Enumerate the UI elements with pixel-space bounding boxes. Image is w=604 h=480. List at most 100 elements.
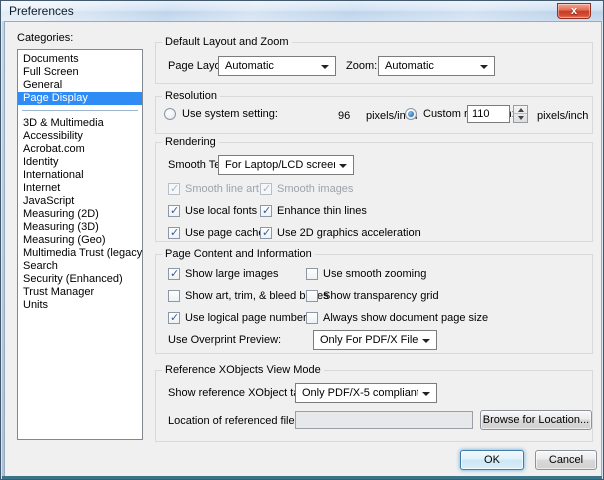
referenced-files-location-label: Location of referenced files: [168, 415, 303, 427]
preferences-dialog: Preferences x Categories: DocumentsFull … [0, 0, 604, 480]
sidebar-item-general[interactable]: General [18, 79, 142, 92]
checkbox-smooth-line-art[interactable]: Smooth line art [168, 183, 259, 195]
checkbox-smooth-images[interactable]: Smooth images [260, 183, 353, 195]
checkbox-label: Smooth images [277, 183, 353, 195]
categories-list[interactable]: DocumentsFull ScreenGeneralPage Display 3… [17, 49, 143, 440]
radio-label: Use system setting: [182, 108, 278, 120]
xobject-targets-value: Only PDF/X-5 compliant ones [302, 387, 418, 399]
list-separator [22, 110, 138, 111]
close-icon: x [571, 5, 577, 17]
sidebar-item-javascript[interactable]: JavaScript [18, 195, 142, 208]
checkbox-use-local-fonts[interactable]: Use local fonts [168, 205, 257, 217]
checkbox-label: Enhance thin lines [277, 205, 367, 217]
group-page-content: Page Content and Information Show large … [155, 254, 593, 354]
checkbox-icon [306, 290, 318, 302]
checkbox-label: Show large images [185, 268, 279, 280]
checkbox-label: Always show document page size [323, 312, 488, 324]
sidebar-item-units[interactable]: Units [18, 299, 142, 312]
sidebar-item-full-screen[interactable]: Full Screen [18, 66, 142, 79]
sidebar-item-identity[interactable]: Identity [18, 156, 142, 169]
sidebar-item-measuring-3d[interactable]: Measuring (3D) [18, 221, 142, 234]
checkbox-use-2d-graphics-acceleration[interactable]: Use 2D graphics acceleration [260, 227, 421, 239]
zoom-select[interactable]: Automatic [378, 56, 495, 76]
browse-button-label: Browse for Location... [483, 414, 589, 426]
overprint-preview-select[interactable]: Only For PDF/X Files [313, 330, 437, 350]
checkbox-icon [168, 183, 180, 195]
group-reference-xobjects: Reference XObjects View Mode Show refere… [155, 370, 593, 442]
custom-resolution-input[interactable] [467, 105, 510, 123]
checkbox-icon [260, 227, 272, 239]
sidebar-item-international[interactable]: International [18, 169, 142, 182]
checkbox-label: Use smooth zooming [323, 268, 426, 280]
sidebar-item-search[interactable]: Search [18, 260, 142, 273]
zoom-value: Automatic [385, 60, 434, 72]
radio-icon [405, 108, 417, 120]
checkbox-show-large-images[interactable]: Show large images [168, 268, 279, 280]
referenced-files-location-input[interactable] [295, 411, 473, 429]
checkbox-use-smooth-zooming[interactable]: Use smooth zooming [306, 268, 426, 280]
sidebar-item-acrobat-com[interactable]: Acrobat.com [18, 143, 142, 156]
sidebar-item-page-display[interactable]: Page Display [18, 92, 142, 105]
group-title-rendering: Rendering [162, 136, 219, 148]
group-rendering: Rendering Smooth Text: For Laptop/LCD sc… [155, 142, 593, 242]
checkbox-use-page-cache[interactable]: Use page cache [168, 227, 265, 239]
sidebar-item-measuring-2d[interactable]: Measuring (2D) [18, 208, 142, 221]
radio-use-system-setting[interactable]: Use system setting: [164, 108, 278, 120]
checkbox-icon [306, 312, 318, 324]
checkbox-icon [260, 205, 272, 217]
chevron-down-icon [422, 392, 430, 396]
checkbox-icon [168, 227, 180, 239]
checkbox-icon [260, 183, 272, 195]
checkbox-icon [306, 268, 318, 280]
page-layout-value: Automatic [225, 60, 274, 72]
cancel-button-label: Cancel [549, 454, 583, 466]
checkbox-show-transparency-grid[interactable]: Show transparency grid [306, 290, 439, 302]
checkbox-always-show-document-page-size[interactable]: Always show document page size [306, 312, 488, 324]
sidebar-item-3d-multimedia[interactable]: 3D & Multimedia [18, 117, 142, 130]
sidebar-item-documents[interactable]: Documents [18, 53, 142, 66]
checkbox-label: Show transparency grid [323, 290, 439, 302]
chevron-down-icon [422, 339, 430, 343]
sidebar-item-trust-manager[interactable]: Trust Manager [18, 286, 142, 299]
group-title-reference-xobjects: Reference XObjects View Mode [162, 364, 324, 376]
radio-icon [164, 108, 176, 120]
page-layout-select[interactable]: Automatic [218, 56, 336, 76]
chevron-down-icon [321, 65, 329, 69]
ok-button[interactable]: OK [460, 450, 524, 470]
sidebar-item-internet[interactable]: Internet [18, 182, 142, 195]
sidebar-item-security-enhanced[interactable]: Security (Enhanced) [18, 273, 142, 286]
custom-resolution-unit: pixels/inch [537, 110, 588, 122]
checkbox-label: Use page cache [185, 227, 265, 239]
sidebar-item-measuring-geo[interactable]: Measuring (Geo) [18, 234, 142, 247]
chevron-down-icon [339, 164, 347, 168]
categories-label: Categories: [17, 32, 73, 44]
checkbox-icon [168, 205, 180, 217]
checkbox-show-art-trim-bleed-boxes[interactable]: Show art, trim, & bleed boxes [168, 290, 329, 302]
system-resolution-value: 96 [338, 110, 350, 122]
sidebar-item-multimedia-trust-legacy[interactable]: Multimedia Trust (legacy) [18, 247, 142, 260]
custom-resolution-stepper[interactable] [513, 105, 528, 123]
group-resolution: Resolution Use system setting: 96 pixels… [155, 96, 593, 134]
group-title-default-layout-zoom: Default Layout and Zoom [162, 36, 292, 48]
chevron-down-icon [480, 65, 488, 69]
checkbox-label: Use 2D graphics acceleration [277, 227, 421, 239]
checkbox-icon [168, 312, 180, 324]
checkbox-enhance-thin-lines[interactable]: Enhance thin lines [260, 205, 367, 217]
spin-down-icon[interactable] [514, 114, 527, 122]
cancel-button[interactable]: Cancel [535, 450, 597, 470]
xobject-targets-select[interactable]: Only PDF/X-5 compliant ones [295, 383, 437, 403]
sidebar-item-accessibility[interactable]: Accessibility [18, 130, 142, 143]
title-bar[interactable]: Preferences x [1, 1, 603, 21]
checkbox-label: Use logical page numbers [185, 312, 312, 324]
window-title: Preferences [9, 4, 74, 18]
ok-button-label: OK [484, 454, 500, 466]
checkbox-use-logical-page-numbers[interactable]: Use logical page numbers [168, 312, 312, 324]
smooth-text-select[interactable]: For Laptop/LCD screens [218, 155, 354, 175]
checkbox-label: Use local fonts [185, 205, 257, 217]
group-default-layout-zoom: Default Layout and Zoom Page Layout: Aut… [155, 42, 593, 84]
close-button[interactable]: x [557, 3, 591, 19]
zoom-label: Zoom: [346, 60, 377, 72]
browse-for-location-button[interactable]: Browse for Location... [480, 410, 592, 430]
checkbox-icon [168, 268, 180, 280]
spin-up-icon[interactable] [514, 106, 527, 114]
